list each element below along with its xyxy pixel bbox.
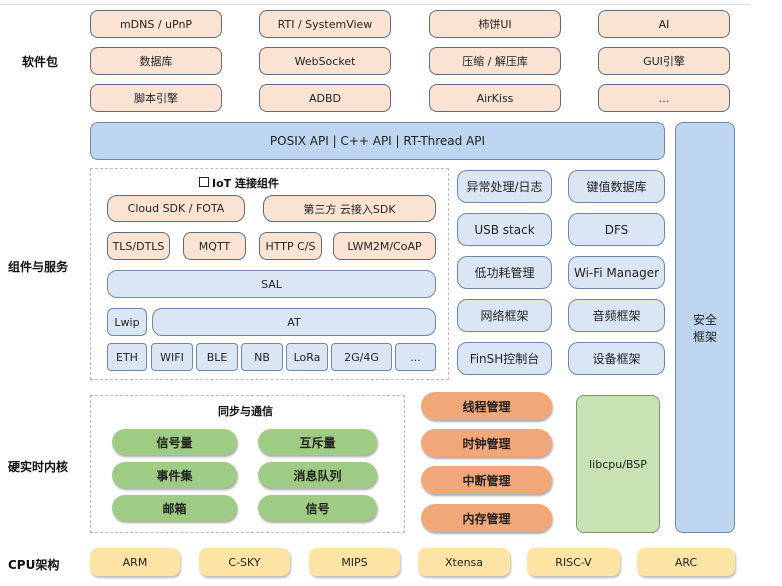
sync-item: 互斥量 <box>258 429 377 455</box>
service-box: Wi-Fi Manager <box>568 256 665 289</box>
service-box: DFS <box>568 213 665 246</box>
service-box: 低功耗管理 <box>457 256 552 289</box>
cpu-box: ARM <box>90 548 180 576</box>
layer-label-components: 组件与服务 <box>8 260 69 274</box>
sync-item: 消息队列 <box>258 462 377 488</box>
link-box: ... <box>395 343 436 371</box>
lwip-box: Lwip <box>107 308 147 336</box>
kernel-mgmt-item: 内存管理 <box>421 504 552 532</box>
cpu-box: Xtensa <box>418 548 510 576</box>
package-box: 压缩 / 解压库 <box>429 47 561 75</box>
link-box: WIFI <box>151 343 193 371</box>
link-box: ETH <box>107 343 147 371</box>
sync-item: 事件集 <box>112 462 237 488</box>
link-box: 2G/4G <box>331 343 392 371</box>
cpu-box: RISC-V <box>527 548 620 576</box>
sal-bar: SAL <box>107 270 436 298</box>
package-box: RTI / SystemView <box>259 10 391 38</box>
service-box: 网络框架 <box>457 299 552 332</box>
sync-item: 信号量 <box>112 429 237 455</box>
package-box: ... <box>598 84 730 112</box>
link-box: NB <box>241 343 283 371</box>
service-box: FinSH控制台 <box>457 342 552 375</box>
divider <box>0 4 750 5</box>
iot-box: 第三方 云接入SDK <box>263 195 436 222</box>
cpu-box: MIPS <box>309 548 400 576</box>
kernel-mgmt-item: 中断管理 <box>421 466 552 494</box>
service-box: USB stack <box>457 213 552 246</box>
kernel-mgmt-item: 线程管理 <box>421 392 552 420</box>
package-box: 脚本引擎 <box>90 84 222 112</box>
package-box: GUI引擎 <box>598 47 730 75</box>
service-box: 键值数据库 <box>568 170 665 203</box>
service-box: 音频框架 <box>568 299 665 332</box>
layer-label-kernel: 硬实时内核 <box>8 460 69 474</box>
cpu-box: C-SKY <box>199 548 290 576</box>
package-box: mDNS / uPnP <box>90 10 222 38</box>
sync-item: 信号 <box>258 495 377 521</box>
iot-title: IoT 连接组件 <box>212 177 279 190</box>
link-box: BLE <box>196 343 238 371</box>
protocol-box: MQTT <box>183 232 246 260</box>
package-box: 柿饼UI <box>429 10 561 38</box>
checkbox-icon <box>199 177 209 187</box>
sync-title: 同步与通信 <box>218 405 273 418</box>
package-box: AI <box>598 10 730 38</box>
cpu-box: ARC <box>637 548 735 576</box>
package-box: AirKiss <box>429 84 561 112</box>
service-box: 异常处理/日志 <box>457 170 552 203</box>
protocol-box: LWM2M/CoAP <box>333 232 436 260</box>
libcpu-box: libcpu/BSP <box>576 395 660 533</box>
package-box: WebSocket <box>259 47 391 75</box>
protocol-box: HTTP C/S <box>259 232 322 260</box>
package-box: ADBD <box>259 84 391 112</box>
package-box: 数据库 <box>90 47 222 75</box>
service-box: 设备框架 <box>568 342 665 375</box>
layer-label-software: 软件包 <box>22 55 59 69</box>
at-bar: AT <box>152 308 436 336</box>
layer-label-cpu: CPU架构 <box>8 558 60 572</box>
kernel-mgmt-item: 时钟管理 <box>421 429 552 457</box>
api-bar: POSIX API | C++ API | RT-Thread API <box>90 122 665 160</box>
iot-box: Cloud SDK / FOTA <box>107 195 245 222</box>
link-box: LoRa <box>286 343 328 371</box>
protocol-box: TLS/DTLS <box>107 232 170 260</box>
security-framework: 安全 框架 <box>675 122 735 533</box>
sync-item: 邮箱 <box>112 495 237 521</box>
